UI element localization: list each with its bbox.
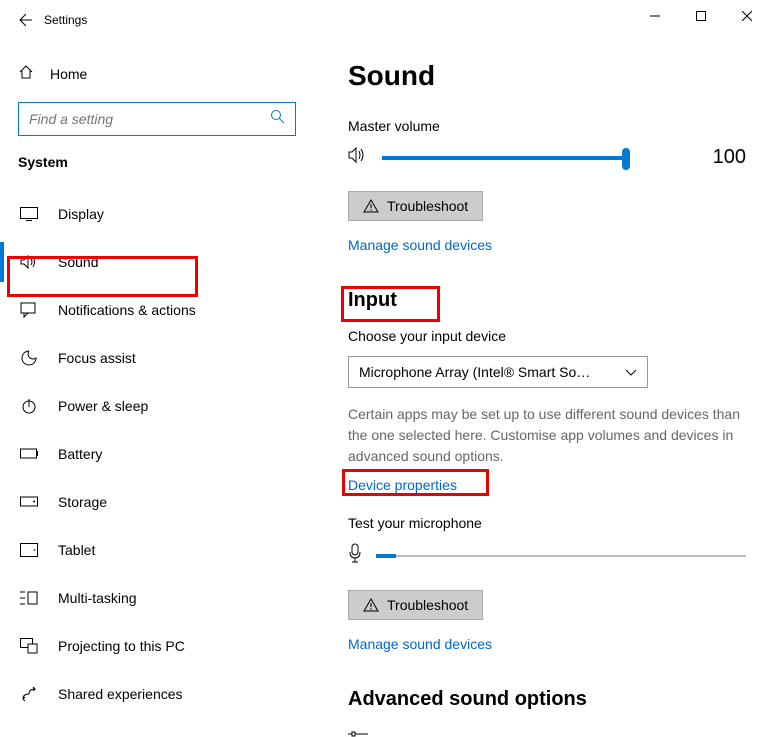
sidebar-item-label: Battery <box>58 446 102 462</box>
troubleshoot-label: Troubleshoot <box>387 198 468 214</box>
mic-level-meter <box>376 555 746 557</box>
sidebar-item-display[interactable]: Display <box>18 190 312 238</box>
maximize-button[interactable] <box>678 0 724 32</box>
minimize-button[interactable] <box>632 0 678 32</box>
sound-icon <box>20 254 38 270</box>
page-title: Sound <box>348 60 746 92</box>
sidebar-item-label: Notifications & actions <box>58 302 196 318</box>
sidebar-item-label: Multi-tasking <box>58 590 137 606</box>
close-button[interactable] <box>724 0 770 32</box>
storage-icon <box>20 495 38 509</box>
sidebar-item-label: Projecting to this PC <box>58 638 185 654</box>
troubleshoot-input-button[interactable]: Troubleshoot <box>348 590 483 620</box>
sidebar-item-label: Shared experiences <box>58 686 183 702</box>
sidebar-item-storage[interactable]: Storage <box>18 478 312 526</box>
test-mic-label: Test your microphone <box>348 515 746 531</box>
back-button[interactable] <box>16 12 44 28</box>
sidebar-item-label: Sound <box>58 254 98 270</box>
power-icon <box>20 397 38 415</box>
tablet-icon <box>20 543 38 557</box>
focus-icon <box>20 349 38 367</box>
sidebar-item-battery[interactable]: Battery <box>18 430 312 478</box>
battery-icon <box>20 448 38 460</box>
manage-input-link[interactable]: Manage sound devices <box>348 636 492 652</box>
sidebar-item-sound[interactable]: Sound <box>18 238 312 286</box>
sidebar-item-tablet[interactable]: Tablet <box>18 526 312 574</box>
warning-icon <box>363 199 379 213</box>
sidebar-item-multitasking[interactable]: Multi-tasking <box>18 574 312 622</box>
sidebar-item-power[interactable]: Power & sleep <box>18 382 312 430</box>
device-properties-link[interactable]: Device properties <box>348 477 457 493</box>
projecting-icon <box>20 638 38 654</box>
sidebar-item-label: Focus assist <box>58 350 136 366</box>
home-nav[interactable]: Home <box>18 52 312 96</box>
choose-input-label: Choose your input device <box>348 328 746 344</box>
sidebar-item-label: Power & sleep <box>58 398 148 414</box>
category-heading: System <box>18 154 312 170</box>
search-box[interactable] <box>18 102 296 136</box>
search-input[interactable] <box>29 111 270 127</box>
master-volume-label: Master volume <box>348 118 746 134</box>
advanced-heading: Advanced sound options <box>348 688 746 711</box>
notifications-icon <box>20 302 38 318</box>
search-icon <box>270 109 285 129</box>
sidebar-item-notifications[interactable]: Notifications & actions <box>18 286 312 334</box>
window-title: Settings <box>44 13 87 27</box>
display-icon <box>20 207 38 221</box>
warning-icon <box>363 598 379 612</box>
shared-icon <box>20 686 38 702</box>
chevron-down-icon <box>625 364 637 380</box>
content-area: Sound Master volume 100 Troubleshoot Man… <box>320 40 770 737</box>
microphone-icon <box>348 543 362 568</box>
sidebar: Home System Display Sound Notifications … <box>0 40 320 737</box>
input-device-dropdown[interactable]: Microphone Array (Intel® Smart So… <box>348 356 648 388</box>
home-label: Home <box>50 66 87 82</box>
troubleshoot-label: Troubleshoot <box>387 597 468 613</box>
app-volume-label: App volume and device preferences <box>384 734 607 737</box>
speaker-icon <box>348 146 368 169</box>
volume-slider[interactable] <box>382 157 626 159</box>
troubleshoot-output-button[interactable]: Troubleshoot <box>348 191 483 221</box>
back-arrow-icon <box>16 12 32 28</box>
sidebar-item-label: Storage <box>58 494 107 510</box>
multitasking-icon <box>20 590 38 606</box>
sidebar-item-projecting[interactable]: Projecting to this PC <box>18 622 312 670</box>
home-icon <box>18 64 34 85</box>
input-device-value: Microphone Array (Intel® Smart So… <box>359 364 590 380</box>
volume-value: 100 <box>696 146 746 169</box>
sidebar-item-focus-assist[interactable]: Focus assist <box>18 334 312 382</box>
sliders-icon <box>348 731 368 737</box>
sidebar-item-shared[interactable]: Shared experiences <box>18 670 312 718</box>
input-help-text: Certain apps may be set up to use differ… <box>348 404 746 467</box>
sidebar-item-label: Tablet <box>58 542 95 558</box>
app-volume-row[interactable]: App volume and device preferences <box>348 731 746 737</box>
sidebar-item-label: Display <box>58 206 104 222</box>
manage-output-link[interactable]: Manage sound devices <box>348 237 492 253</box>
input-heading: Input <box>348 289 746 312</box>
